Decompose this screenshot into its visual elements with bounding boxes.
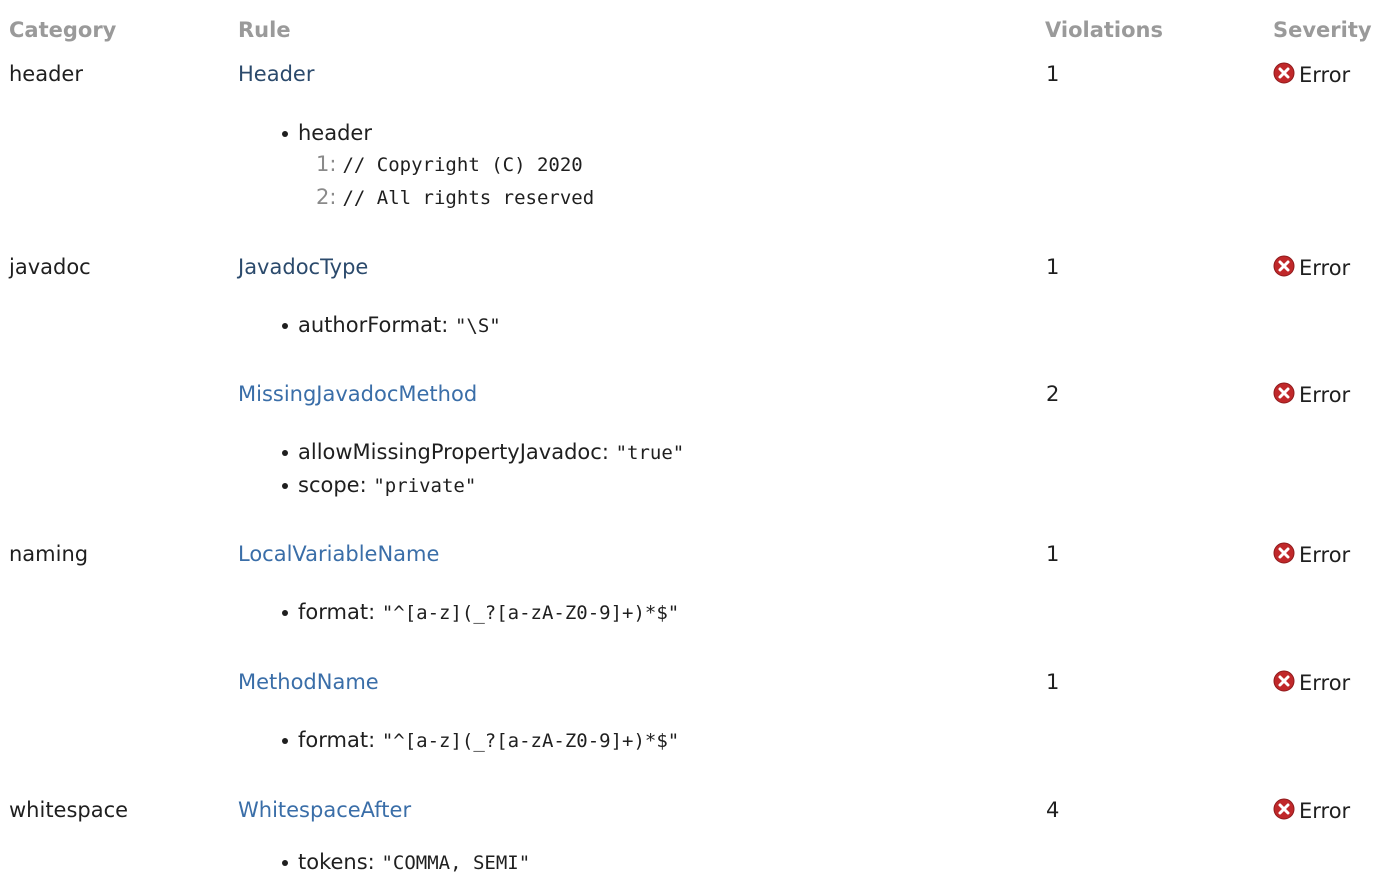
rule-properties-list: format: "^[a-z](_?[a-zA-Z0-9]+)*$" xyxy=(282,724,680,757)
severity-cell: Error xyxy=(1273,668,1350,698)
property-item: header xyxy=(282,117,372,149)
severity-label: Error xyxy=(1299,671,1351,695)
property-value: "^[a-z](_?[a-zA-Z0-9]+)*$" xyxy=(381,730,680,752)
property-item: authorFormat: "\S" xyxy=(282,309,501,342)
property-value: "\S" xyxy=(454,315,501,337)
property-name: header xyxy=(298,121,372,145)
error-x-circle-icon xyxy=(1273,62,1295,84)
category-cell: javadoc xyxy=(9,255,91,279)
property-name: scope: xyxy=(298,473,367,497)
violations-count: 1 xyxy=(1046,542,1060,566)
violations-count: 2 xyxy=(1046,382,1060,406)
bullet-icon xyxy=(282,323,288,329)
property-value: "true" xyxy=(615,442,685,464)
rule-link-header[interactable]: Header xyxy=(238,59,314,89)
property-value: "^[a-z](_?[a-zA-Z0-9]+)*$" xyxy=(381,602,680,624)
error-x-circle-icon xyxy=(1273,670,1295,692)
violations-count: 1 xyxy=(1046,62,1060,86)
property-name: format: xyxy=(298,600,376,624)
rule-properties-list: format: "^[a-z](_?[a-zA-Z0-9]+)*$" xyxy=(282,596,680,629)
severity-label: Error xyxy=(1299,383,1351,407)
category-cell: naming xyxy=(9,542,89,566)
rule-properties-list: header xyxy=(282,117,372,149)
property-item: format: "^[a-z](_?[a-zA-Z0-9]+)*$" xyxy=(282,596,680,629)
violations-count: 1 xyxy=(1046,255,1060,279)
bullet-icon xyxy=(282,483,288,489)
property-item: format: "^[a-z](_?[a-zA-Z0-9]+)*$" xyxy=(282,724,680,757)
property-name: format: xyxy=(298,728,376,752)
column-header-category: Category xyxy=(9,18,117,42)
code-line: 2: // All rights reserved xyxy=(316,181,594,214)
error-x-circle-icon xyxy=(1273,798,1295,820)
severity-label: Error xyxy=(1299,256,1351,280)
severity-cell: Error xyxy=(1273,796,1350,826)
bullet-icon xyxy=(282,860,288,866)
property-name: tokens: xyxy=(298,850,375,874)
property-value: "private" xyxy=(373,475,477,497)
severity-cell: Error xyxy=(1273,253,1350,283)
property-item: scope: "private" xyxy=(282,469,684,502)
code-line: 1: // Copyright (C) 2020 xyxy=(316,148,594,181)
header-code-lines: 1: // Copyright (C) 2020 2: // All right… xyxy=(316,148,594,214)
severity-label: Error xyxy=(1299,543,1351,567)
error-x-circle-icon xyxy=(1273,382,1295,404)
rule-link-whitespaceafter[interactable]: WhitespaceAfter xyxy=(238,795,411,825)
bullet-icon xyxy=(282,450,288,456)
error-x-circle-icon xyxy=(1273,255,1295,277)
severity-cell: Error xyxy=(1273,540,1350,570)
severity-cell: Error xyxy=(1273,380,1350,410)
code-text: // All rights reserved xyxy=(342,187,595,209)
bullet-icon xyxy=(282,738,288,744)
line-number: 2: xyxy=(316,185,337,209)
error-x-circle-icon xyxy=(1273,542,1295,564)
violations-count: 1 xyxy=(1046,670,1060,694)
property-item: tokens: "COMMA, SEMI" xyxy=(282,846,531,879)
property-value: "COMMA, SEMI" xyxy=(381,852,531,874)
severity-label: Error xyxy=(1299,799,1351,823)
checkstyle-rules-report: Category Rule Violations Severity header… xyxy=(0,0,1396,879)
rule-properties-list: tokens: "COMMA, SEMI" xyxy=(282,846,531,879)
severity-cell: Error xyxy=(1273,60,1350,90)
rule-link-methodname[interactable]: MethodName xyxy=(238,667,379,697)
property-item: allowMissingPropertyJavadoc: "true" xyxy=(282,436,685,469)
rule-properties-list: allowMissingPropertyJavadoc: "true" scop… xyxy=(282,436,685,502)
code-text: // Copyright (C) 2020 xyxy=(342,154,583,176)
rule-link-javadoctype[interactable]: JavadocType xyxy=(238,252,368,282)
rule-link-missingjavadocmethod[interactable]: MissingJavadocMethod xyxy=(238,379,477,409)
column-header-violations: Violations xyxy=(1045,18,1163,42)
column-header-rule: Rule xyxy=(238,18,291,42)
violations-count: 4 xyxy=(1046,798,1060,822)
bullet-icon xyxy=(282,610,288,616)
category-cell: header xyxy=(9,62,83,86)
property-name: authorFormat: xyxy=(298,313,449,337)
severity-label: Error xyxy=(1299,63,1351,87)
property-name: allowMissingPropertyJavadoc: xyxy=(298,440,609,464)
line-number: 1: xyxy=(316,152,337,176)
rule-properties-list: authorFormat: "\S" xyxy=(282,309,501,342)
column-header-severity: Severity xyxy=(1273,18,1372,42)
bullet-icon xyxy=(282,131,288,137)
rule-link-localvariablename[interactable]: LocalVariableName xyxy=(238,539,439,569)
category-cell: whitespace xyxy=(9,798,129,822)
